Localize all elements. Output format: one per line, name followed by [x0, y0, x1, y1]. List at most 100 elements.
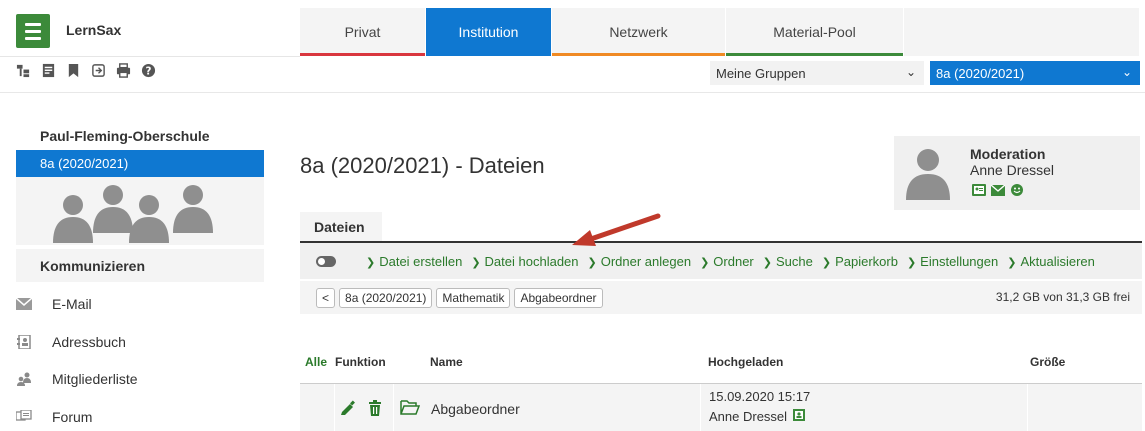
menu-bar — [25, 36, 41, 40]
moderator-name: Anne Dressel — [970, 162, 1055, 178]
tab-files[interactable]: Dateien — [300, 212, 382, 242]
hamburger-menu-button[interactable] — [16, 14, 50, 48]
group-image — [16, 177, 264, 245]
cell-divider — [1027, 384, 1028, 431]
action-trash[interactable]: ❯ Papierkorb — [822, 254, 898, 269]
folder-open-icon[interactable] — [400, 399, 421, 420]
moderation-title: Moderation — [970, 146, 1046, 162]
chevron-right-icon: ❯ — [906, 256, 917, 269]
smiley-icon[interactable] — [1010, 184, 1024, 196]
select-all-link[interactable]: Alle — [305, 355, 327, 369]
toolbar: ? — [16, 63, 156, 78]
tab-institution[interactable]: Institution — [426, 8, 552, 56]
svg-text:?: ? — [146, 65, 152, 77]
action-search[interactable]: ❯ Suche — [763, 254, 813, 269]
bookmark-icon[interactable] — [66, 63, 81, 78]
column-header-uploaded[interactable]: Hochgeladen — [708, 355, 783, 369]
main-tabs: Privat Institution Netzwerk Material-Poo… — [300, 8, 1140, 56]
annotation-arrow-icon — [572, 213, 661, 246]
cell-divider — [700, 384, 701, 431]
sidebar-item-addressbook[interactable]: Adressbuch — [16, 328, 264, 356]
login-icon[interactable] — [91, 63, 106, 78]
notes-icon[interactable] — [41, 63, 56, 78]
uploader-name: Anne Dressel — [709, 409, 788, 424]
sidebar-item-email[interactable]: E-Mail — [16, 290, 264, 318]
print-icon[interactable] — [116, 63, 131, 78]
uploaded-by: Anne Dressel — [709, 409, 806, 424]
page-title: 8a (2020/2021) - Dateien — [300, 153, 545, 178]
tab-material-pool[interactable]: Material-Pool — [726, 8, 904, 56]
tab-label: Material-Pool — [773, 24, 856, 40]
tab-label: Privat — [344, 24, 381, 40]
tab-label: Netzwerk — [609, 24, 668, 40]
action-label: Aktualisieren — [1020, 253, 1095, 269]
action-folder[interactable]: ❯ Ordner — [700, 254, 754, 269]
avatar — [904, 146, 952, 205]
action-create-folder[interactable]: ❯ Ordner anlegen — [588, 254, 692, 269]
action-refresh[interactable]: ❯ Aktualisieren — [1007, 254, 1095, 269]
action-create-file[interactable]: ❯ Datei erstellen — [366, 254, 462, 269]
action-bar: ❯ Datei erstellen ❯ Datei hochladen ❯ Ordne… — [300, 241, 1142, 279]
column-header-function: Funktion — [335, 355, 386, 369]
column-header-size[interactable]: Größe — [1030, 355, 1065, 369]
moderator-actions — [972, 184, 1024, 196]
column-header-name[interactable]: Name — [430, 355, 463, 369]
edit-pencil-icon[interactable] — [340, 400, 356, 421]
action-upload-file[interactable]: ❯ Datei hochladen — [471, 254, 578, 269]
chevron-right-icon: ❯ — [587, 256, 597, 269]
cell-divider — [393, 384, 394, 431]
group-avatars-icon — [53, 185, 213, 243]
tab-label: Institution — [458, 24, 519, 40]
breadcrumb-item[interactable]: Mathematik — [436, 287, 511, 308]
chevron-right-icon: ❯ — [1007, 256, 1017, 269]
toggle-switch[interactable] — [316, 255, 336, 267]
breadcrumb-back-button[interactable]: < — [316, 287, 336, 308]
action-label: Einstellungen — [920, 253, 999, 269]
chevron-right-icon: ❯ — [700, 256, 710, 269]
tab-accent-bar — [726, 53, 903, 56]
action-label: Datei erstellen — [379, 253, 463, 269]
tab-accent-bar — [300, 53, 425, 56]
sidebar-item-forum[interactable]: Forum — [16, 403, 264, 431]
tab-privat[interactable]: Privat — [300, 8, 426, 56]
sitemap-icon[interactable] — [16, 63, 31, 78]
action-label: Datei hochladen — [484, 253, 579, 269]
class-select-value: 8a (2020/2021) — [936, 65, 1025, 81]
members-icon — [16, 372, 32, 386]
storage-info: 31,2 GB von 31,3 GB frei — [995, 290, 1130, 304]
contact-card-icon[interactable] — [972, 184, 986, 196]
table-row[interactable]: Abgabeordner 15.09.2020 15:17 Anne Dress… — [300, 383, 1142, 431]
chevron-right-icon: ❯ — [821, 256, 832, 269]
chevron-down-icon: ⌄ — [905, 65, 916, 79]
menu-bar — [25, 22, 41, 26]
breadcrumb-item[interactable]: Abgabeordner — [514, 287, 603, 308]
file-name[interactable]: Abgabeordner — [431, 401, 520, 417]
cell-divider — [334, 384, 335, 431]
sidebar-item-label: E-Mail — [52, 296, 92, 312]
moderation-box: Moderation Anne Dressel — [894, 136, 1140, 210]
sidebar-item-members[interactable]: Mitgliederliste — [16, 365, 264, 393]
school-name: Paul-Fleming-Oberschule — [40, 128, 210, 144]
breadcrumb: < 8a (2020/2021) Mathematik Abgabeordner… — [300, 281, 1142, 314]
help-icon[interactable]: ? — [141, 63, 156, 78]
uploaded-date: 15.09.2020 15:17 — [709, 389, 811, 404]
topbar-divider — [0, 56, 300, 57]
trash-icon[interactable] — [368, 400, 382, 421]
contact-card-icon[interactable] — [793, 409, 806, 424]
chevron-right-icon: ❯ — [471, 256, 481, 269]
envelope-icon[interactable] — [991, 184, 1005, 196]
groups-select[interactable]: Meine Gruppen ⌄ — [710, 61, 924, 85]
envelope-icon — [16, 297, 32, 311]
chevron-down-icon: ⌄ — [1121, 65, 1132, 79]
action-label: Papierkorb — [835, 253, 898, 269]
tab-spacer — [904, 8, 1140, 56]
tab-accent-bar — [552, 53, 725, 56]
breadcrumb-item[interactable]: 8a (2020/2021) — [339, 287, 433, 308]
sidebar-selected-class[interactable]: 8a (2020/2021) — [16, 150, 264, 177]
action-settings[interactable]: ❯ Einstellungen — [907, 254, 998, 269]
class-select[interactable]: 8a (2020/2021) ⌄ — [930, 61, 1140, 85]
action-label: Ordner — [713, 253, 754, 269]
sidebar-item-label: Mitgliederliste — [52, 371, 138, 387]
tab-netzwerk[interactable]: Netzwerk — [552, 8, 726, 56]
menu-bar — [25, 29, 41, 33]
